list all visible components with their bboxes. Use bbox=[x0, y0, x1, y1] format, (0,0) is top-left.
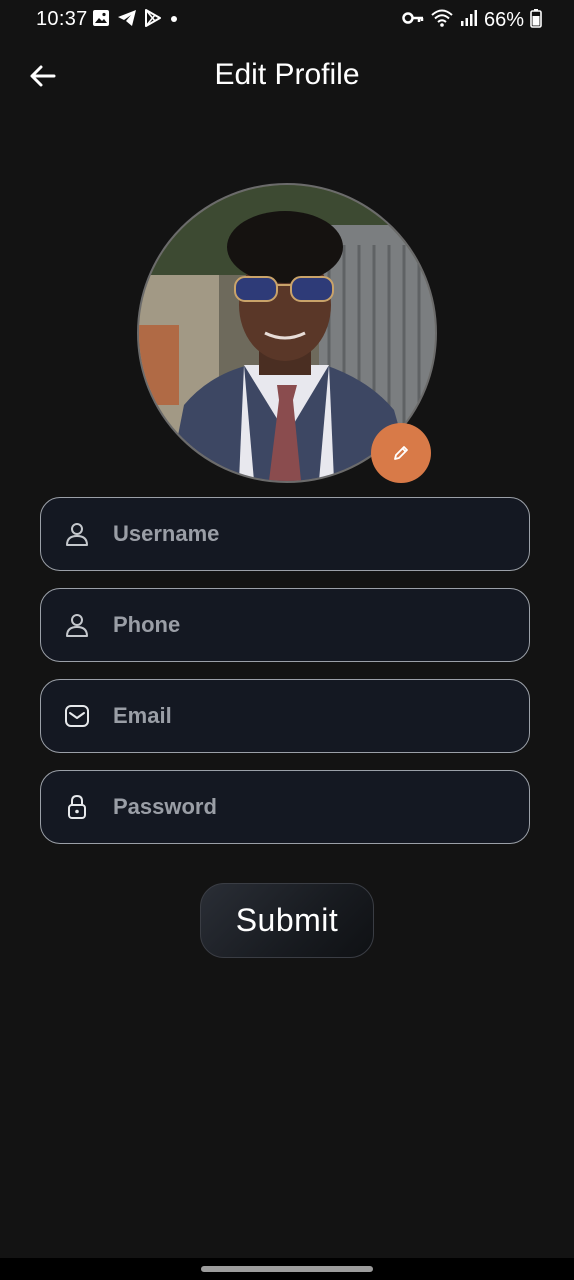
wifi-icon bbox=[430, 8, 454, 33]
status-notification-icons bbox=[92, 9, 179, 32]
phone-input[interactable] bbox=[111, 589, 509, 661]
username-field[interactable] bbox=[40, 497, 530, 571]
person-icon bbox=[63, 611, 91, 639]
navigation-bar bbox=[0, 1258, 574, 1280]
profile-form bbox=[40, 497, 534, 861]
gallery-icon bbox=[92, 9, 110, 32]
signal-icon bbox=[460, 9, 478, 32]
submit-button[interactable]: Submit bbox=[200, 883, 374, 958]
status-time: 10:37 bbox=[36, 8, 88, 30]
mail-icon bbox=[63, 702, 91, 730]
pencil-icon bbox=[394, 446, 408, 460]
avatar-section bbox=[137, 183, 437, 483]
vpn-key-icon bbox=[402, 11, 424, 30]
battery-percentage: 66% bbox=[483, 9, 524, 31]
page-title: Edit Profile bbox=[214, 58, 360, 91]
person-icon bbox=[63, 520, 91, 548]
battery-icon bbox=[530, 8, 542, 33]
telegram-icon bbox=[117, 9, 137, 32]
username-input[interactable] bbox=[111, 498, 509, 570]
status-system-icons: 66% bbox=[402, 8, 542, 33]
app-bar: Edit Profile bbox=[0, 50, 574, 102]
password-input[interactable] bbox=[111, 771, 509, 843]
home-indicator[interactable] bbox=[201, 1266, 373, 1272]
dot-icon bbox=[169, 9, 179, 32]
phone-field[interactable] bbox=[40, 588, 530, 662]
status-bar: 10:37 66% bbox=[0, 0, 574, 38]
email-field[interactable] bbox=[40, 679, 530, 753]
email-input[interactable] bbox=[111, 680, 509, 752]
play-store-icon bbox=[144, 9, 162, 32]
edit-avatar-button[interactable] bbox=[371, 423, 431, 483]
password-field[interactable] bbox=[40, 770, 530, 844]
lock-icon bbox=[63, 793, 91, 821]
